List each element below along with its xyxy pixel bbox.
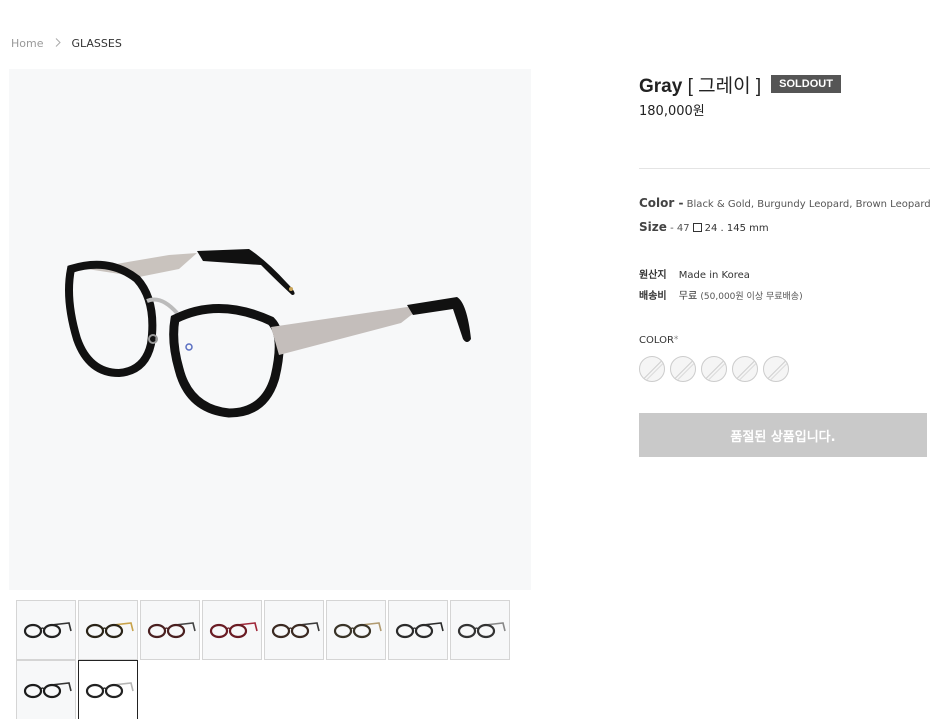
soldout-button[interactable]: 품절된 상품입니다. bbox=[639, 413, 927, 457]
glasses-illustration bbox=[65, 249, 471, 418]
product-info-panel: Gray [ 그레이 ] SOLDOUT 180,000원 Color - Bl… bbox=[639, 71, 930, 457]
color-swatch-disabled[interactable] bbox=[639, 356, 665, 382]
divider bbox=[639, 168, 930, 169]
glasses-thumbnail-icon bbox=[333, 622, 382, 639]
origin-value: Made in Korea bbox=[678, 270, 750, 281]
soldout-badge: SOLDOUT bbox=[771, 75, 841, 93]
breadcrumb-current[interactable]: GLASSES bbox=[71, 37, 121, 50]
product-price: 180,000원 bbox=[639, 104, 705, 119]
product-thumbnail[interactable] bbox=[16, 600, 76, 660]
glasses-thumbnail-icon bbox=[209, 622, 258, 639]
product-thumbnail[interactable] bbox=[78, 600, 138, 660]
spec-size: Size - 47 24 . 145 mm bbox=[639, 220, 769, 234]
spec-size-prefix: - 47 bbox=[670, 223, 690, 234]
glasses-thumbnail-icon bbox=[147, 622, 196, 639]
shipping-label: 배송비 bbox=[639, 291, 667, 302]
color-swatches bbox=[639, 356, 794, 382]
product-thumbnail[interactable] bbox=[450, 600, 510, 660]
glasses-thumbnail-icon bbox=[457, 622, 506, 639]
shipping-note: (50,000원 이상 무료배송) bbox=[700, 292, 803, 302]
color-swatch-disabled[interactable] bbox=[701, 356, 727, 382]
glasses-thumbnail-icon bbox=[395, 622, 444, 639]
product-thumbnail[interactable] bbox=[16, 660, 76, 719]
color-swatch-disabled[interactable] bbox=[732, 356, 758, 382]
glasses-thumbnail-icon bbox=[23, 622, 72, 639]
glasses-thumbnail-icon bbox=[23, 682, 72, 699]
product-name-en: Gray bbox=[639, 75, 683, 97]
breadcrumb: Home GLASSES bbox=[11, 37, 122, 50]
breadcrumb-home-link[interactable]: Home bbox=[11, 37, 43, 50]
color-swatch-disabled[interactable] bbox=[670, 356, 696, 382]
title-row: Gray [ 그레이 ] SOLDOUT bbox=[639, 71, 930, 98]
glasses-thumbnail-icon bbox=[85, 682, 134, 699]
origin-row: 원산지 Made in Korea bbox=[639, 266, 750, 281]
product-name-ko: [ 그레이 ] bbox=[687, 75, 762, 97]
origin-label: 원산지 bbox=[639, 270, 667, 281]
spec-size-label: Size bbox=[639, 220, 667, 234]
product-thumbnail[interactable] bbox=[140, 600, 200, 660]
square-icon bbox=[692, 223, 702, 232]
color-option-text: COLOR bbox=[639, 335, 674, 346]
color-swatch-disabled[interactable] bbox=[763, 356, 789, 382]
shipping-value: 무료 bbox=[678, 291, 698, 302]
product-title: Gray [ 그레이 ] bbox=[639, 71, 761, 98]
shipping-row: 배송비 무료 (50,000원 이상 무료배송) bbox=[639, 287, 803, 302]
product-thumbnail[interactable] bbox=[78, 660, 138, 719]
product-main-image bbox=[9, 69, 531, 590]
product-thumbnail[interactable] bbox=[326, 600, 386, 660]
spec-color: Color - Black & Gold, Burgundy Leopard, … bbox=[639, 196, 930, 210]
spec-size-dims: 24 . 145 mm bbox=[704, 223, 769, 234]
required-mark: * bbox=[673, 335, 679, 345]
color-option-label: COLOR* bbox=[639, 335, 678, 346]
glasses-thumbnail-icon bbox=[85, 622, 134, 639]
product-thumbnail[interactable] bbox=[264, 600, 324, 660]
glasses-thumbnail-icon bbox=[271, 622, 320, 639]
chevron-right-icon bbox=[55, 37, 62, 50]
product-thumbnail[interactable] bbox=[388, 600, 448, 660]
spec-color-value: Black & Gold, Burgundy Leopard, Brown Le… bbox=[686, 199, 930, 210]
spec-color-label: Color - bbox=[639, 196, 684, 210]
product-thumbnail[interactable] bbox=[202, 600, 262, 660]
